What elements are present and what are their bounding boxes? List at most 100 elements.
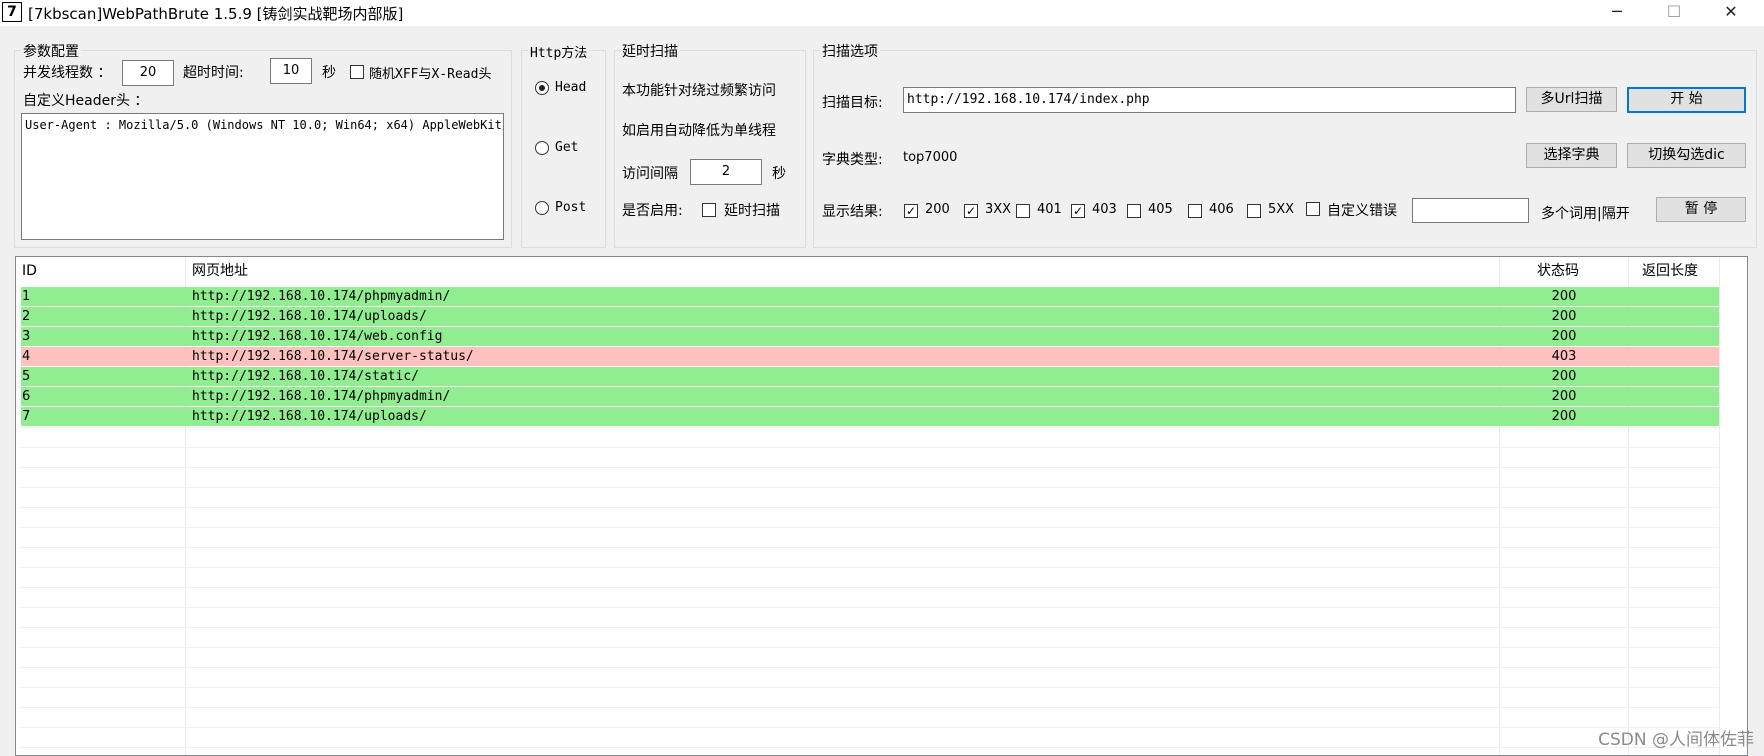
table-row[interactable]: 2 http://192.168.10.174/uploads/200 (21, 307, 1719, 326)
random-xff-checkbox[interactable] (350, 65, 364, 79)
timeout-label: 超时时间: (183, 65, 244, 81)
switch-dict-button[interactable]: 切换勾选dic (1627, 143, 1746, 168)
interval-seconds-label: 秒 (772, 166, 786, 182)
delay-enable-checkbox-label: 延时扫描 (724, 203, 780, 219)
column-divider (1719, 257, 1720, 755)
window-title: [7kbscan]WebPathBrute 1.5.9 [铸剑实战靶场内部版] (28, 5, 404, 23)
header-label: 自定义Header头 ： (23, 93, 149, 109)
filter-custom-error-checkbox[interactable] (1306, 202, 1320, 216)
start-button[interactable]: 开 始 (1627, 87, 1746, 113)
scan-options-label: 扫描选项 (820, 41, 880, 61)
cell-status: 200 (1551, 329, 1577, 344)
radio-head-label: Head (555, 80, 587, 95)
cell-url: http://192.168.10.174/server-status/ (192, 349, 474, 364)
cell-id: 4 (22, 349, 31, 364)
empty-row (21, 667, 1719, 687)
timeout-input[interactable]: 10 (270, 58, 312, 84)
cell-url: http://192.168.10.174/static/ (192, 369, 419, 384)
multi-word-hint: 多个词用|隔开 (1541, 206, 1630, 222)
cell-status: 200 (1551, 389, 1577, 404)
title-bar[interactable]: 7 [7kbscan]WebPathBrute 1.5.9 [铸剑实战靶场内部版… (0, 0, 1764, 26)
target-input[interactable]: http://192.168.10.174/index.php (903, 87, 1516, 113)
radio-head[interactable] (535, 81, 549, 95)
dict-type-label: 字典类型: (822, 152, 883, 168)
header-text: User-Agent : Mozilla/5.0 (Windows NT 10.… (25, 118, 503, 132)
filter-406-checkbox[interactable] (1188, 204, 1202, 218)
empty-row (21, 527, 1719, 547)
threads-label: 并发线程数 ： (23, 65, 112, 81)
empty-row (21, 427, 1719, 447)
filter-5xx-label: 5XX (1268, 202, 1295, 217)
filter-3xx-label: 3XX (985, 202, 1012, 217)
http-method-label: Http方法 (528, 42, 590, 61)
empty-row (21, 447, 1719, 467)
cell-id: 6 (22, 389, 31, 404)
radio-get[interactable] (535, 141, 549, 155)
cell-id: 5 (22, 369, 31, 384)
cell-id: 3 (22, 329, 31, 344)
empty-row (21, 747, 1719, 755)
table-row[interactable]: 7 http://192.168.10.174/uploads/200 (21, 407, 1719, 426)
filter-custom-error-label: 自定义错误 (1327, 203, 1397, 219)
empty-row (21, 687, 1719, 707)
table-row[interactable]: 3 http://192.168.10.174/web.config 200 (21, 327, 1719, 346)
radio-get-label: Get (555, 140, 579, 155)
dict-type-value: top7000 (903, 150, 958, 165)
filter-406-label: 406 (1209, 202, 1234, 217)
empty-row (21, 467, 1719, 487)
header-status[interactable]: 状态码 (1537, 257, 1579, 285)
filter-403-label: 403 (1092, 202, 1117, 217)
cell-url: http://192.168.10.174/uploads/ (192, 409, 427, 424)
empty-row (21, 707, 1719, 727)
filter-200-checkbox[interactable]: ✓ (904, 204, 918, 218)
threads-input[interactable]: 20 (122, 60, 174, 86)
cell-id: 7 (22, 409, 31, 424)
header-textarea[interactable]: User-Agent : Mozilla/5.0 (Windows NT 10.… (21, 113, 504, 240)
cell-status: 200 (1551, 289, 1577, 304)
table-row[interactable]: 5 http://192.168.10.174/static/200 (21, 367, 1719, 386)
delay-desc-1: 本功能针对绕过频繁访问 (622, 83, 776, 99)
radio-post[interactable] (535, 201, 549, 215)
cell-url: http://192.168.10.174/phpmyadmin/ (192, 289, 451, 304)
filter-3xx-checkbox[interactable]: ✓ (964, 204, 978, 218)
maximize-icon[interactable]: ☐ (1651, 0, 1697, 26)
filter-401-label: 401 (1037, 202, 1062, 217)
empty-row (21, 547, 1719, 567)
table-row[interactable]: 4 http://192.168.10.174/server-status/403 (21, 347, 1719, 366)
header-length[interactable]: 返回长度 (1642, 257, 1698, 285)
pause-button[interactable]: 暂 停 (1656, 197, 1746, 222)
seconds-label: 秒 (322, 65, 336, 81)
minimize-icon[interactable]: ─ (1594, 0, 1640, 26)
empty-row (21, 627, 1719, 647)
filter-200-label: 200 (925, 202, 950, 217)
target-label: 扫描目标: (822, 95, 883, 111)
empty-row (21, 507, 1719, 527)
delay-desc-2: 如启用自动降低为单线程 (622, 123, 776, 139)
cell-status: 200 (1551, 369, 1577, 384)
header-id[interactable]: ID (22, 257, 37, 285)
app-icon: 7 (2, 2, 22, 22)
delay-enable-checkbox[interactable] (702, 203, 716, 217)
filter-405-checkbox[interactable] (1127, 204, 1141, 218)
interval-input[interactable]: 2 (690, 159, 762, 185)
params-group-label: 参数配置 (21, 41, 81, 61)
multi-url-button[interactable]: 多Url扫描 (1526, 87, 1617, 112)
cell-id: 1 (22, 289, 31, 304)
filter-403-checkbox[interactable]: ✓ (1071, 204, 1085, 218)
table-row[interactable]: 1 http://192.168.10.174/phpmyadmin/200 (21, 287, 1719, 306)
enable-label: 是否启用: (622, 203, 683, 219)
custom-error-input[interactable] (1412, 198, 1529, 223)
empty-row (21, 607, 1719, 627)
filter-401-checkbox[interactable] (1016, 204, 1030, 218)
show-results-label: 显示结果: (822, 204, 883, 220)
empty-row (21, 567, 1719, 587)
close-icon[interactable]: ✕ (1708, 0, 1754, 26)
filter-5xx-checkbox[interactable] (1247, 204, 1261, 218)
random-xff-label: 随机XFF与X-Read头 (369, 67, 492, 82)
cell-id: 2 (22, 309, 31, 324)
select-dict-button[interactable]: 选择字典 (1526, 143, 1617, 168)
header-url[interactable]: 网页地址 (192, 257, 248, 285)
table-row[interactable]: 6 http://192.168.10.174/phpmyadmin/200 (21, 387, 1719, 406)
results-table[interactable]: ID 网页地址 状态码 返回长度 1 http://192.168.10.174/… (15, 256, 1748, 756)
cell-url: http://192.168.10.174/uploads/ (192, 309, 427, 324)
